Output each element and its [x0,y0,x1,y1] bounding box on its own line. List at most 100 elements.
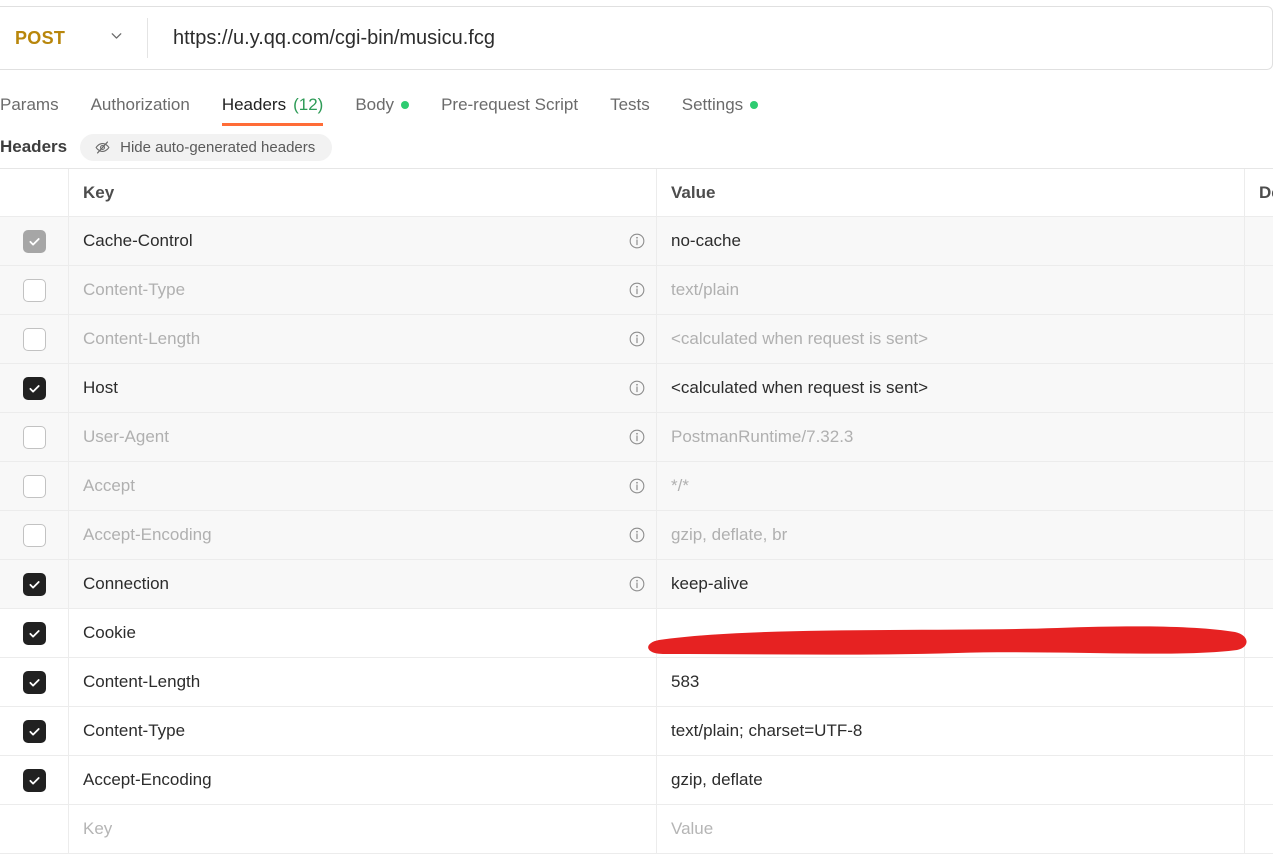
row-value-cell[interactable] [657,609,1245,657]
row-key-cell[interactable]: User-Agent [69,413,657,461]
row-value-cell[interactable]: <calculated when request is sent> [657,364,1245,412]
row-value-cell[interactable]: gzip, deflate [657,756,1245,804]
row-enable-checkbox[interactable] [22,278,46,302]
row-enable-checkbox[interactable] [22,768,46,792]
row-description-cell[interactable] [1245,609,1273,657]
tab-count-badge: (12) [293,95,324,114]
row-description-cell[interactable] [1245,707,1273,755]
info-icon[interactable] [628,379,646,397]
row-value-cell[interactable]: keep-alive [657,560,1245,608]
row-value-cell[interactable]: text/plain; charset=UTF-8 [657,707,1245,755]
row-value-cell[interactable]: PostmanRuntime/7.32.3 [657,413,1245,461]
row-enable-checkbox[interactable] [22,229,46,253]
row-key-text: Cache-Control [83,231,193,250]
table-row: Connection keep-alive [0,560,1273,609]
row-enable-checkbox[interactable] [22,327,46,351]
row-enable-checkbox[interactable] [22,523,46,547]
tab-settings[interactable]: Settings [666,84,774,126]
row-value-cell[interactable]: no-cache [657,217,1245,265]
tab-body[interactable]: Body [339,84,425,126]
table-row: Cache-Control no-cache [0,217,1273,266]
tab-label: Settings [681,95,744,114]
row-description-cell[interactable] [1245,364,1273,412]
new-row-description-cell[interactable]: De [1245,805,1273,853]
row-key-cell[interactable]: Accept-Encoding [69,511,657,559]
row-key-text: Content-Length [83,329,201,348]
row-value-text: keep-alive [671,574,749,593]
row-key-text: Connection [83,574,170,593]
http-method-select[interactable]: POST [0,7,147,69]
headers-table: Key Value De Cache-Control no-cache Conten… [0,168,1273,854]
row-value-cell[interactable]: gzip, deflate, br [657,511,1245,559]
row-key-cell[interactable]: Accept-Encoding [69,756,657,804]
tab-authorization[interactable]: Authorization [75,84,206,126]
row-key-cell[interactable]: Content-Length [69,315,657,363]
info-icon[interactable] [628,281,646,299]
row-enable-checkbox[interactable] [22,719,46,743]
url-input[interactable] [148,7,1272,69]
row-description-cell[interactable] [1245,511,1273,559]
row-value-cell[interactable]: */* [657,462,1245,510]
header-description-cell: De [1245,169,1273,216]
new-row-key-placeholder: Key [83,819,113,838]
row-key-cell[interactable]: Content-Length [69,658,657,706]
tab-params[interactable]: Params [0,84,75,126]
tab-label: Headers [221,95,287,114]
row-key-text: User-Agent [83,427,169,446]
tab-modified-dot-icon [750,101,759,109]
row-description-cell[interactable] [1245,315,1273,363]
tab-pre-request-script[interactable]: Pre-request Script [425,84,594,126]
new-row-key-cell[interactable]: Key [69,805,657,853]
row-checkbox-cell [0,413,69,461]
info-icon[interactable] [628,575,646,593]
row-value-text: <calculated when request is sent> [671,329,929,348]
row-key-text: Accept-Encoding [83,525,212,544]
chevron-down-icon [108,27,125,49]
row-key-cell[interactable]: Content-Type [69,266,657,314]
info-icon[interactable] [628,526,646,544]
row-description-cell[interactable] [1245,462,1273,510]
row-key-cell[interactable]: Cache-Control [69,217,657,265]
row-value-cell[interactable]: <calculated when request is sent> [657,315,1245,363]
row-description-cell[interactable] [1245,756,1273,804]
row-enable-checkbox[interactable] [22,572,46,596]
row-key-cell[interactable]: Content-Type [69,707,657,755]
row-enable-checkbox[interactable] [22,376,46,400]
info-icon[interactable] [628,232,646,250]
tab-headers[interactable]: Headers (12) [206,84,340,126]
row-enable-checkbox[interactable] [22,474,46,498]
new-row-value-cell[interactable]: Value [657,805,1245,853]
table-rows-container: Cache-Control no-cache Content-Type text/pl… [0,217,1273,854]
tab-tests[interactable]: Tests [594,84,666,126]
row-description-cell[interactable] [1245,217,1273,265]
row-checkbox-cell [0,511,69,559]
row-description-cell[interactable] [1245,413,1273,461]
row-value-cell[interactable]: 583 [657,658,1245,706]
row-checkbox-cell [0,560,69,608]
row-key-cell[interactable]: Cookie [69,609,657,657]
row-key-cell[interactable]: Connection [69,560,657,608]
row-description-cell[interactable] [1245,560,1273,608]
row-value-text: <calculated when request is sent> [671,378,929,397]
row-description-cell[interactable] [1245,266,1273,314]
hide-auto-generated-headers-label: Hide auto-generated headers [120,138,316,156]
row-key-cell[interactable]: Accept [69,462,657,510]
table-row: Content-Length 583 [0,658,1273,707]
tab-label: Body [355,95,395,114]
row-value-text: */* [671,476,689,495]
info-icon[interactable] [628,477,646,495]
row-key-cell[interactable]: Host [69,364,657,412]
row-key-text: Host [83,378,118,397]
row-enable-checkbox[interactable] [22,425,46,449]
table-row: Accept-Encoding gzip, deflate [0,756,1273,805]
row-enable-checkbox[interactable] [22,621,46,645]
row-value-cell[interactable]: text/plain [657,266,1245,314]
info-icon[interactable] [628,330,646,348]
row-enable-checkbox[interactable] [22,670,46,694]
row-description-cell[interactable] [1245,658,1273,706]
table-row: Host <calculated when request is sent> [0,364,1273,413]
hide-auto-generated-headers-button[interactable]: Hide auto-generated headers [80,133,333,161]
header-value-cell: Value [657,169,1245,216]
headers-subheader: Headers Hide auto-generated headers [0,126,1273,168]
info-icon[interactable] [628,428,646,446]
